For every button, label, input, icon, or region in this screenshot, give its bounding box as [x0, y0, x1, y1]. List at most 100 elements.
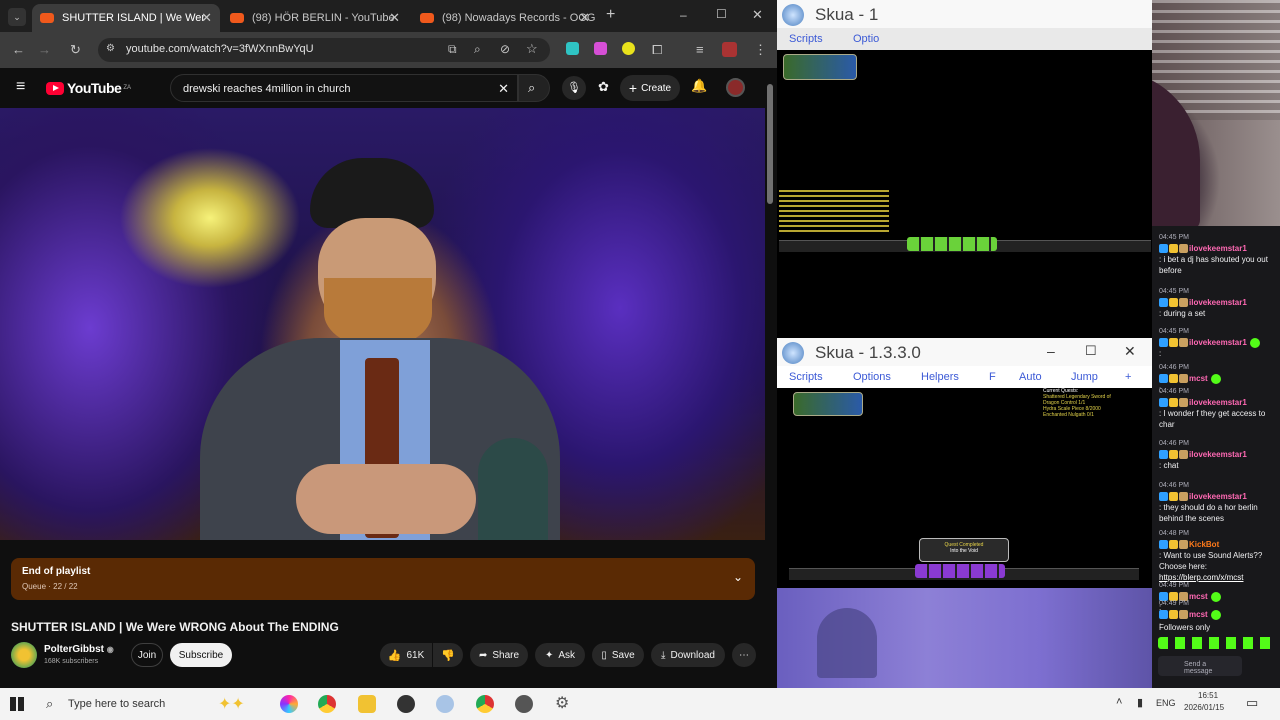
windows-start-icon[interactable] [8, 695, 26, 713]
eye-off-icon[interactable]: ⊘ [500, 42, 510, 56]
reload-icon[interactable]: ↻ [70, 41, 81, 59]
chat-input[interactable]: Send a message [1158, 656, 1242, 676]
tray-usb-icon[interactable]: ▮ [1137, 696, 1143, 709]
chat-username[interactable]: KickBot [1189, 540, 1219, 549]
search-input[interactable]: drewski reaches 4million in church ✕ [170, 74, 518, 102]
chat-username[interactable]: ilovekeemstar1 [1189, 450, 1247, 459]
file-explorer-icon[interactable] [358, 695, 376, 713]
hamburger-menu-icon[interactable]: ≡ [16, 78, 25, 96]
skua-minimize-button[interactable]: – [1047, 343, 1055, 359]
extension-icon[interactable] [566, 42, 579, 55]
settings-gear-icon[interactable]: ⚙ [555, 693, 569, 713]
skua-window-1: Skua - 1 Scripts Optio [777, 0, 1152, 262]
tray-chevron-icon[interactable]: ˄ [1116, 696, 1122, 708]
taskbar-search-input[interactable]: Type here to search [68, 698, 165, 710]
menu-scripts[interactable]: Scripts [789, 33, 823, 45]
chrome-icon[interactable] [318, 695, 336, 713]
account-avatar[interactable] [726, 78, 745, 97]
install-icon[interactable]: ⧉ [448, 42, 457, 57]
skua-maximize-button[interactable]: ☐ [1085, 343, 1097, 359]
chat-badge-icon [1179, 298, 1188, 308]
language-indicator[interactable]: ENG [1156, 698, 1176, 708]
app-icon-bubble[interactable] [436, 695, 454, 713]
maximize-button[interactable]: ☐ [716, 7, 727, 21]
youtube-logo[interactable]: YouTube ZA [46, 80, 131, 96]
menu-options[interactable]: Optio [853, 33, 879, 45]
notifications-bell-icon[interactable]: 🔔 [691, 78, 707, 94]
tab-close-icon[interactable]: ✕ [389, 10, 400, 26]
chat-username[interactable]: mcst [1189, 610, 1208, 619]
app-icon-feather[interactable] [515, 695, 533, 713]
ask-button[interactable]: ✦ Ask [535, 643, 585, 667]
notifications-icon[interactable]: ▭ [1246, 695, 1258, 711]
chat-username[interactable]: ilovekeemstar1 [1189, 398, 1247, 407]
tab-shutter-island[interactable]: SHUTTER ISLAND | We Wer ✕ [32, 4, 220, 32]
profile-avatar[interactable] [722, 42, 737, 57]
clock-time[interactable]: 16:51 [1198, 691, 1218, 700]
tab-close-icon[interactable]: ✕ [201, 10, 212, 26]
chat-timestamp: 04:46 PM [1159, 440, 1189, 447]
menu-kebab-icon[interactable]: ⋮ [754, 41, 767, 59]
like-button[interactable]: 👍 61K [380, 643, 432, 667]
page-scrollbar[interactable] [767, 84, 773, 204]
chat-text: : I wonder f they get access to char [1159, 409, 1266, 429]
clock-date[interactable]: 2026/01/15 [1184, 703, 1224, 712]
chat-username[interactable]: ilovekeemstar1 [1189, 244, 1247, 253]
clear-search-icon[interactable]: ✕ [498, 81, 509, 97]
subscribe-button[interactable]: Subscribe [170, 643, 232, 667]
chat-username[interactable]: ilovekeemstar1 [1189, 298, 1247, 307]
media-control-icon[interactable]: ≡ [696, 41, 704, 59]
menu-helpers[interactable]: Helpers [921, 371, 959, 383]
address-bar[interactable]: ⚙ youtube.com/watch?v=3fWXnnBwYqU ⧉ ⌕ ⊘ … [98, 38, 550, 62]
tab-search-icon[interactable]: ⌄ [8, 8, 26, 26]
menu-f[interactable]: F [989, 371, 996, 383]
chat-username[interactable]: ilovekeemstar1 [1189, 338, 1247, 347]
chat-username[interactable]: mcst [1189, 374, 1208, 383]
emote-bar[interactable] [1158, 637, 1274, 649]
close-window-button[interactable]: ✕ [752, 7, 763, 23]
forward-arrow-icon[interactable]: → [38, 41, 51, 59]
tab-close-icon[interactable]: ✕ [579, 10, 590, 26]
more-actions-button[interactable]: ⋯ [732, 643, 756, 667]
assistant-icon[interactable]: ✿ [598, 79, 609, 95]
minimize-button[interactable]: – [680, 8, 687, 22]
save-button[interactable]: ▯ Save [592, 643, 644, 667]
share-button[interactable]: ➦ Share [470, 643, 528, 667]
menu-jump[interactable]: Jump [1071, 371, 1098, 383]
channel-name[interactable]: PolterGibbst ◉ [44, 644, 114, 655]
menu-auto[interactable]: Auto [1019, 371, 1042, 383]
copilot-icon[interactable] [280, 695, 298, 713]
browser-window: ⌄ SHUTTER ISLAND | We Wer ✕ (98) HÖR BER… [0, 0, 777, 688]
voice-search-button[interactable]: 🎙 [562, 76, 586, 100]
extension-icon[interactable] [594, 42, 607, 55]
extensions-puzzle-icon[interactable]: ⧠ [652, 41, 662, 59]
playlist-panel[interactable]: End of playlist Queue · 22 / 22 ⌄ [11, 558, 755, 600]
chat-username[interactable]: ilovekeemstar1 [1189, 492, 1247, 501]
tab-hor-berlin[interactable]: (98) HÖR BERLIN - YouTube ✕ [222, 4, 408, 32]
channel-avatar[interactable] [11, 642, 37, 668]
chrome-profile-icon[interactable] [476, 695, 494, 713]
skua-close-button[interactable]: ✕ [1124, 343, 1136, 360]
search-button[interactable]: ⌕ [518, 74, 550, 102]
search-value: drewski reaches 4million in church [183, 83, 351, 95]
join-button[interactable]: Join [131, 643, 163, 667]
create-button[interactable]: + Create [620, 75, 680, 101]
zoom-icon[interactable]: ⌕ [474, 42, 481, 57]
tab-nowadays-records[interactable]: (98) Nowadays Records - OOG ✕ [412, 4, 598, 32]
bookmark-star-icon[interactable]: ☆ [526, 41, 538, 57]
menu-add[interactable]: + [1125, 371, 1131, 383]
chevron-down-icon[interactable]: ⌄ [733, 570, 743, 584]
app-icon-dark[interactable] [397, 695, 415, 713]
skua-logo-icon [782, 4, 804, 26]
extension-icon[interactable] [622, 42, 635, 55]
video-player[interactable] [0, 108, 765, 540]
new-tab-button[interactable]: + [606, 6, 615, 24]
dislike-button[interactable]: 👎 [433, 643, 463, 667]
menu-scripts[interactable]: Scripts [789, 371, 823, 383]
site-info-icon[interactable]: ⚙ [106, 43, 115, 54]
sparkle-icon[interactable]: ✦✦ [218, 694, 245, 714]
menu-options[interactable]: Options [853, 371, 891, 383]
quest-complete-popup: Quest Completed Into the Void [919, 538, 1009, 562]
download-button[interactable]: ⤓ Download [651, 643, 725, 667]
back-arrow-icon[interactable]: ← [12, 41, 25, 59]
